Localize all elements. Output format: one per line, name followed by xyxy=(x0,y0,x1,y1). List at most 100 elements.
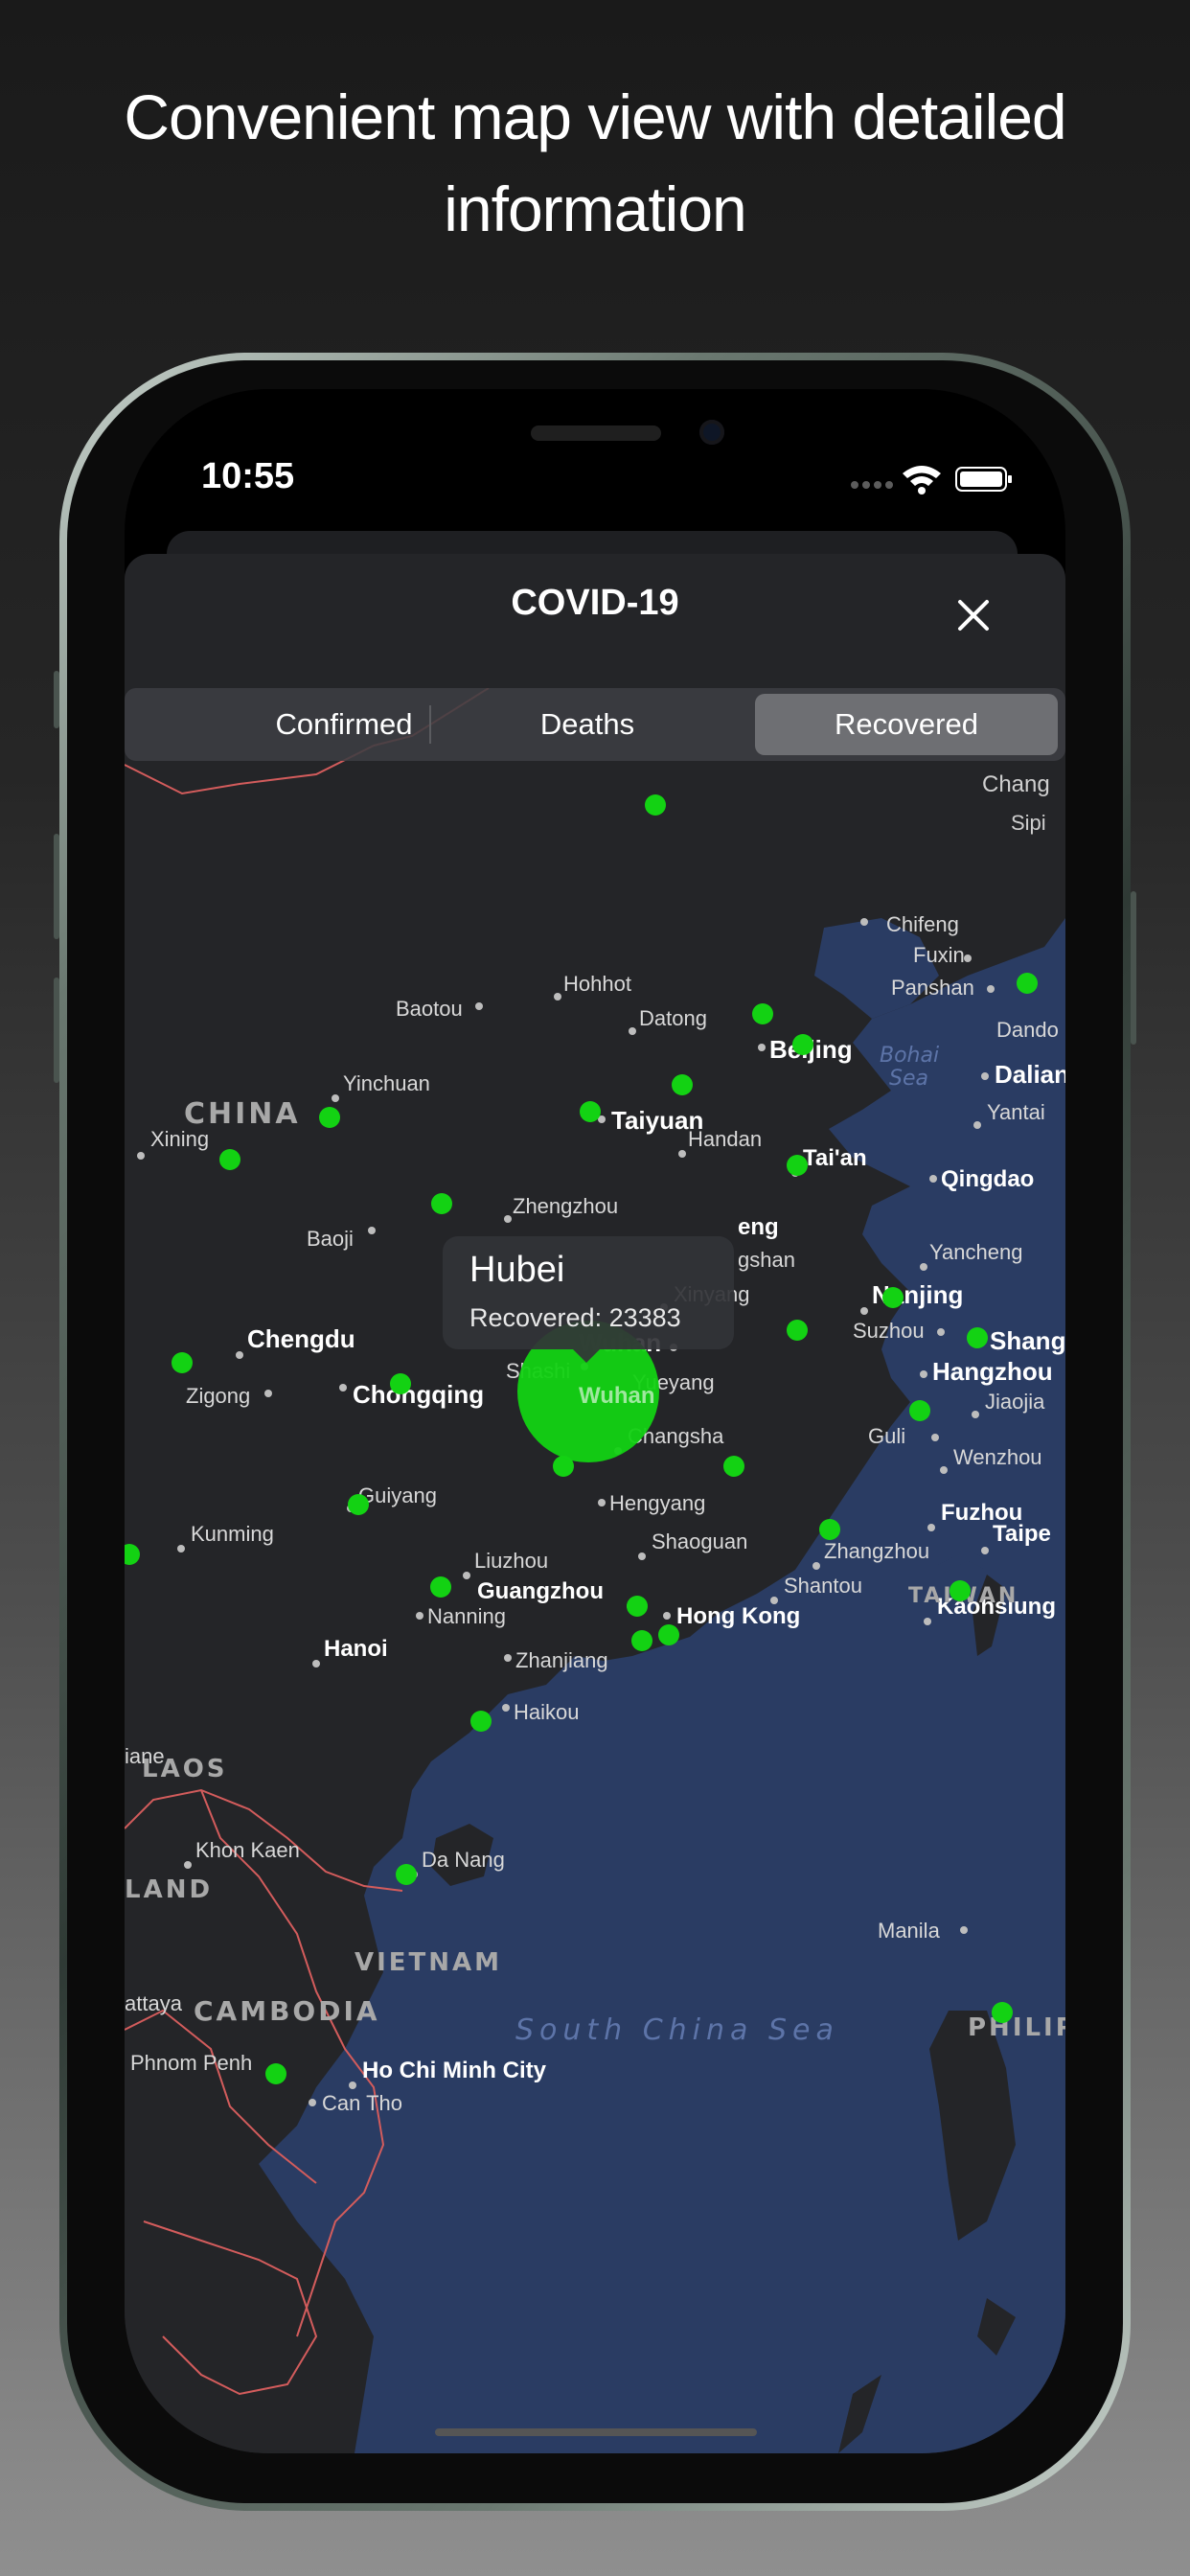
city-dot xyxy=(554,993,561,1000)
recovered-marker[interactable] xyxy=(882,1287,904,1308)
city-dot xyxy=(987,985,995,993)
city-dot xyxy=(264,1390,272,1397)
phone-volume-down xyxy=(54,978,59,1083)
city-label-guangzhou: Guangzhou xyxy=(477,1578,604,1604)
city-dot xyxy=(339,1384,347,1392)
city-dot xyxy=(973,1121,981,1129)
recovered-marker[interactable] xyxy=(265,2063,286,2084)
city-label-hengyang: Hengyang xyxy=(609,1491,705,1515)
recovered-marker[interactable] xyxy=(909,1400,930,1421)
water-label-south-china-sea: South China Sea xyxy=(515,2013,839,2047)
city-label-zhengzhou: Zhengzhou xyxy=(513,1194,618,1218)
city-dot xyxy=(678,1150,686,1158)
city-label-liuzhou: Liuzhou xyxy=(474,1549,548,1573)
recovered-marker[interactable] xyxy=(219,1149,240,1170)
map-sheet: COVID-19 Chang Sipi Chifeng Fuxin Pansha… xyxy=(125,554,1065,2453)
city-dot xyxy=(860,1307,868,1315)
phone-power-button xyxy=(1131,891,1136,1045)
country-label-vietnam: VIETNAM xyxy=(355,1948,502,1977)
status-icons xyxy=(847,464,1019,498)
recovered-marker[interactable] xyxy=(390,1373,411,1394)
region-callout[interactable]: Hubei Recovered: 23383 xyxy=(443,1236,734,1363)
city-dot xyxy=(924,1618,931,1625)
city-label-taian: Tai'an xyxy=(803,1145,867,1171)
recovered-marker[interactable] xyxy=(470,1711,492,1732)
water-label-bohai-2: Sea xyxy=(889,1067,928,1091)
city-label-chang: Chang xyxy=(982,771,1050,797)
recovered-marker[interactable] xyxy=(172,1352,193,1373)
city-dot xyxy=(502,1704,510,1712)
headline-line-2: information xyxy=(444,173,747,244)
city-label-hangzhou: Hangzhou xyxy=(932,1357,1053,1386)
city-dot xyxy=(920,1370,927,1378)
recovered-marker[interactable] xyxy=(1017,973,1038,994)
recovered-marker[interactable] xyxy=(787,1155,808,1176)
city-label-ho-chi-minh: Ho Chi Minh City xyxy=(362,2058,547,2083)
city-dot xyxy=(860,918,868,926)
recovered-marker[interactable] xyxy=(658,1624,679,1645)
recovered-marker[interactable] xyxy=(431,1193,452,1214)
recovered-marker[interactable] xyxy=(752,1003,773,1024)
city-dot xyxy=(812,1562,820,1570)
recovered-marker[interactable] xyxy=(819,1519,840,1540)
recovered-marker[interactable] xyxy=(723,1456,744,1477)
city-dot xyxy=(758,1044,766,1051)
city-label-can-tho: Can Tho xyxy=(322,2091,402,2115)
city-label-pattaya: attaya xyxy=(125,1991,183,2015)
city-label-handan: Handan xyxy=(688,1127,762,1151)
recovered-marker[interactable] xyxy=(967,1327,988,1348)
city-dot xyxy=(463,1572,470,1579)
city-dot xyxy=(332,1094,339,1102)
map-view[interactable]: Chang Sipi Chifeng Fuxin Panshan Hohhot Baotou… xyxy=(125,688,1065,2453)
case-type-segmented-control: Confirmed Deaths Recovered xyxy=(125,688,1065,761)
recovered-marker[interactable] xyxy=(645,794,666,816)
recovered-marker[interactable] xyxy=(787,1320,808,1341)
recovered-marker[interactable] xyxy=(792,1034,813,1055)
recovered-marker[interactable] xyxy=(672,1074,693,1095)
recovered-marker[interactable] xyxy=(631,1630,652,1651)
city-label-zhanjiang: Zhanjiang xyxy=(515,1648,608,1672)
country-label-laos: LAOS xyxy=(142,1755,228,1783)
city-dot xyxy=(929,1175,937,1183)
promo-headline: Convenient map view with detailed inform… xyxy=(0,71,1190,255)
close-button[interactable] xyxy=(954,596,993,634)
city-dot xyxy=(960,1926,968,1934)
city-label-hong-kong: Hong Kong xyxy=(676,1603,800,1629)
country-label-thailand: LAND xyxy=(125,1875,213,1904)
city-label-guiyang: Guiyang xyxy=(358,1484,437,1507)
phone-mute-switch xyxy=(54,671,59,728)
city-label-wenzhou: Wenzhou xyxy=(953,1445,1042,1469)
city-dot xyxy=(416,1612,423,1620)
segment-deaths[interactable]: Deaths xyxy=(429,688,745,761)
recovered-marker[interactable] xyxy=(580,1101,601,1122)
recovered-marker[interactable] xyxy=(430,1576,451,1598)
city-label-baoji: Baoji xyxy=(307,1227,354,1251)
recovered-marker[interactable] xyxy=(950,1580,971,1601)
city-dot xyxy=(309,2099,316,2106)
city-dot xyxy=(504,1654,512,1662)
earpiece-speaker xyxy=(531,426,661,441)
city-dot xyxy=(663,1612,671,1620)
recovered-marker[interactable] xyxy=(627,1596,648,1617)
city-label-yinchuan: Yinchuan xyxy=(343,1071,430,1095)
city-dot xyxy=(504,1215,512,1223)
recovered-marker[interactable] xyxy=(319,1107,340,1128)
city-dot xyxy=(368,1227,376,1234)
callout-region-name: Hubei xyxy=(469,1250,565,1290)
city-label-suzhou: Suzhou xyxy=(853,1319,925,1343)
city-label-taipei: Taipe xyxy=(993,1521,1051,1547)
recovered-marker[interactable] xyxy=(348,1494,369,1515)
recovered-marker[interactable] xyxy=(992,2002,1013,2023)
city-label-phnom-penh: Phnom Penh xyxy=(130,2051,252,2075)
city-dot xyxy=(972,1411,979,1418)
segment-recovered[interactable]: Recovered xyxy=(755,694,1058,755)
sheet-title: COVID-19 xyxy=(511,583,679,623)
country-label-cambodia: CAMBODIA xyxy=(194,1995,380,2027)
front-camera xyxy=(699,420,724,445)
recovered-marker[interactable] xyxy=(396,1864,417,1885)
city-label-shantou: Shantou xyxy=(784,1574,862,1598)
callout-pointer xyxy=(573,1349,600,1363)
city-dot xyxy=(312,1660,320,1668)
city-label-dandong: Dando xyxy=(996,1018,1059,1042)
city-label-fuxin: Fuxin xyxy=(913,943,965,967)
